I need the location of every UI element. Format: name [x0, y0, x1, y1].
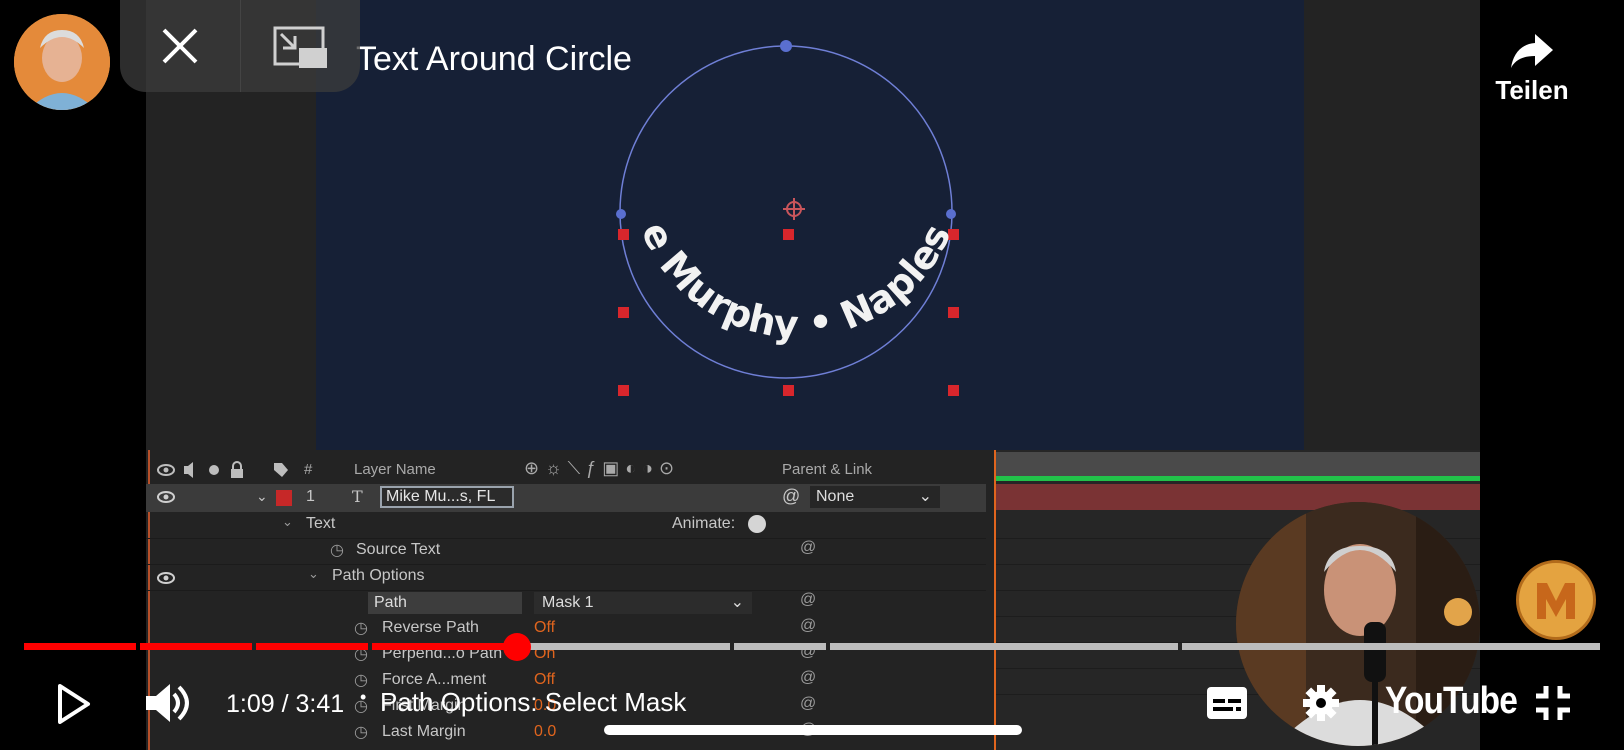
- layer-duration-bar[interactable]: [996, 484, 1480, 510]
- video-title: Text Around Circle: [356, 40, 632, 78]
- channel-avatar[interactable]: [14, 14, 110, 110]
- miniplayer-icon[interactable]: [273, 26, 329, 70]
- pickwhip-icon[interactable]: @: [782, 486, 800, 507]
- avatar-image: [14, 14, 110, 110]
- twirl-text-icon[interactable]: ⌄: [282, 514, 293, 530]
- comp-right-pasteboard: [1304, 0, 1480, 450]
- text-layer-type-icon: T: [352, 487, 363, 506]
- reverse-path-value[interactable]: Off: [534, 619, 555, 637]
- exit-fullscreen-icon[interactable]: [1534, 684, 1572, 722]
- expression-icon[interactable]: @: [800, 539, 816, 557]
- switch-icons: [157, 461, 288, 478]
- col-layer-name: Layer Name: [354, 461, 436, 478]
- layer-name-field[interactable]: Mike Mu...s, FL: [380, 486, 514, 508]
- time-separator: /: [281, 690, 289, 718]
- chapter-title[interactable]: Path Options: Select Mask: [380, 687, 686, 718]
- settings-gear-icon[interactable]: [1302, 684, 1340, 722]
- row-divider: [146, 564, 986, 565]
- played-segment: [372, 643, 517, 650]
- mask-vertex-left: [616, 209, 626, 219]
- twirl-path-options-icon[interactable]: ⌄: [308, 566, 319, 582]
- label-color-swatch[interactable]: [276, 490, 292, 506]
- row-divider: [146, 590, 986, 591]
- played-segment: [140, 643, 252, 650]
- stopwatch-icon[interactable]: ◷: [354, 618, 368, 638]
- eye-icon[interactable]: [156, 489, 176, 505]
- share-label: Teilen: [1495, 75, 1569, 105]
- animate-play-icon[interactable]: [748, 515, 766, 533]
- scrubber-handle[interactable]: [503, 633, 531, 661]
- chevron-down-icon: ⌄: [730, 594, 744, 611]
- time-ruler[interactable]: [996, 452, 1480, 476]
- twirl-down-icon[interactable]: ⌄: [256, 488, 268, 505]
- parent-dropdown[interactable]: None ⌄: [810, 486, 940, 508]
- expression-icon[interactable]: @: [800, 591, 816, 609]
- time-total: 3:41: [295, 690, 345, 718]
- layer-number: 1: [306, 488, 315, 505]
- path-mask-dropdown[interactable]: Mask 1 ⌄: [534, 592, 752, 614]
- volume-icon[interactable]: [144, 680, 190, 726]
- col-switch-glyphs: ⊕☼⟍ƒ▣◐◑⊙: [524, 458, 681, 478]
- prop-source-text[interactable]: Source Text: [356, 541, 440, 559]
- expression-icon[interactable]: @: [800, 617, 816, 635]
- youtube-logo[interactable]: YouTube: [1385, 680, 1518, 723]
- m-logo-icon: [1537, 583, 1575, 619]
- eye-icon[interactable]: [156, 570, 176, 586]
- top-controls: [120, 0, 360, 92]
- last-margin-value[interactable]: 0.0: [534, 723, 556, 741]
- played-segment: [24, 643, 136, 650]
- prop-path-options[interactable]: Path Options: [332, 567, 425, 585]
- captions-icon[interactable]: [1206, 686, 1248, 720]
- chevron-down-icon: ⌄: [918, 488, 932, 505]
- share-arrow-icon: [1511, 34, 1553, 68]
- stopwatch-icon[interactable]: ◷: [330, 540, 344, 560]
- mask-vertex-top: [780, 40, 792, 52]
- stopwatch-icon[interactable]: ◷: [354, 722, 368, 742]
- work-area-bar[interactable]: [996, 476, 1480, 481]
- anchor-point-icon: [783, 198, 805, 220]
- prop-path[interactable]: Path: [368, 592, 522, 614]
- chapter-bullet: •: [360, 687, 367, 707]
- chapter-segment: [830, 643, 1178, 650]
- prop-reverse-path[interactable]: Reverse Path: [382, 619, 479, 637]
- prop-last-margin[interactable]: Last Margin: [382, 723, 466, 741]
- expression-icon[interactable]: @: [800, 669, 816, 687]
- chapter-segment: [1182, 643, 1600, 650]
- animate-label[interactable]: Animate:: [672, 515, 735, 533]
- time-display: 1:09 / 3:41: [226, 690, 344, 719]
- row-divider: [146, 538, 986, 539]
- time-current: 1:09: [226, 690, 275, 718]
- channel-watermark[interactable]: [1516, 560, 1596, 640]
- home-indicator: [604, 725, 1022, 735]
- col-parent-link: Parent & Link: [782, 461, 873, 478]
- col-hash: #: [304, 461, 313, 478]
- close-icon[interactable]: [160, 26, 200, 66]
- current-time-indicator[interactable]: [994, 450, 996, 750]
- expression-icon[interactable]: @: [800, 695, 816, 713]
- play-icon[interactable]: [56, 684, 92, 724]
- played-segment: [256, 643, 368, 650]
- controls-divider: [240, 0, 241, 92]
- prop-text[interactable]: Text: [306, 515, 335, 533]
- chapter-segment: [734, 643, 826, 650]
- mask-vertex-right: [946, 209, 956, 219]
- share-button[interactable]: Teilen: [1494, 30, 1570, 106]
